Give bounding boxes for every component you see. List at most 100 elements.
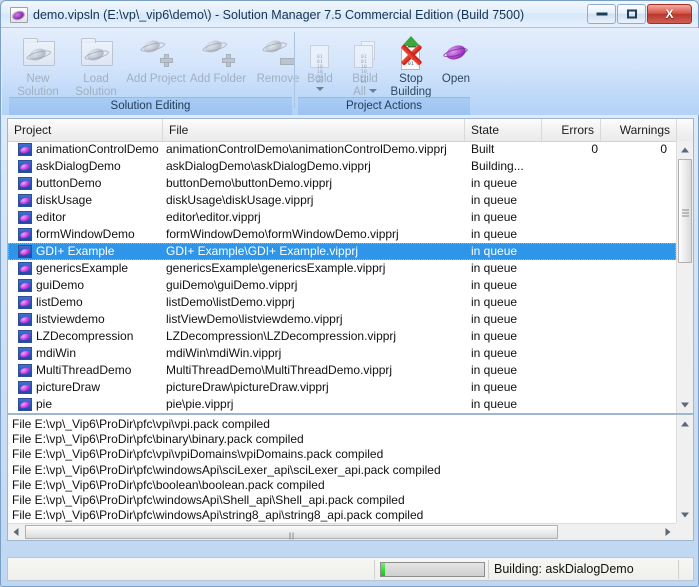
table-row[interactable]: pie pie\pie.vipprj in queue	[8, 396, 676, 413]
ribbon-group-label-project-actions: Project Actions	[298, 97, 470, 115]
cell-warnings	[601, 226, 667, 243]
stop-building-button[interactable]: 01 01 Stop Building	[388, 30, 434, 99]
output-log-text: File E:\vp\_Vip6\ProDir\pfc\vpi\vpi.pack…	[12, 417, 441, 537]
ribbon-group-solution-editing: New Solution Load Solution Add Project A…	[9, 28, 299, 115]
project-icon	[18, 330, 32, 343]
chevron-left-icon	[13, 528, 19, 536]
table-row[interactable]: listDemo listDemo\listDemo.vipprj in queue	[8, 294, 676, 311]
cell-warnings: 0	[660, 142, 667, 156]
cell-warnings	[601, 277, 667, 294]
table-row[interactable]: mdiWin mdiWin\mdiWin.vipprj in queue	[8, 345, 676, 362]
project-icon	[18, 160, 32, 173]
build-button[interactable]: 01 0110 1001 01 Build	[298, 30, 342, 99]
column-header-warnings[interactable]: Warnings	[601, 119, 677, 141]
cell-errors	[542, 175, 598, 192]
project-icon	[18, 194, 32, 207]
log-scroll-right-button[interactable]	[660, 524, 676, 540]
list-rows: animationControlDemo animationControlDemo…	[8, 141, 676, 413]
maximize-button[interactable]	[617, 4, 646, 24]
cell-project: MultiThreadDemo	[36, 363, 132, 377]
table-row[interactable]: guiDemo guiDemo\guiDemo.vipprj in queue	[8, 277, 676, 294]
table-row[interactable]: formWindowDemo formWindowDemo\formWindowD…	[8, 226, 676, 243]
add-project-button[interactable]: Add Project	[125, 30, 187, 99]
cell-warnings	[601, 345, 667, 362]
cell-errors: 0	[591, 142, 598, 156]
window-title: demo.vipsln (E:\vp\_vip6\demo\) - Soluti…	[33, 8, 525, 22]
table-row[interactable]: editor editor\editor.vipprj in queue	[8, 209, 676, 226]
log-scroll-up-button[interactable]	[677, 415, 693, 432]
build-all-button[interactable]: 01100101 0110 1001 01 Build All	[342, 30, 388, 99]
list-vertical-scrollbar[interactable]	[676, 141, 693, 413]
column-header-file[interactable]: File	[163, 119, 465, 141]
progress-fill	[381, 563, 386, 576]
table-row[interactable]: buttonDemo buttonDemo\buttonDemo.vipprj in…	[8, 175, 676, 192]
log-scroll-left-button[interactable]	[8, 524, 24, 540]
table-row[interactable]: MultiThreadDemo MultiThreadDemo\MultiThre…	[8, 362, 676, 379]
add-folder-button[interactable]: Add Folder	[187, 30, 249, 99]
cell-project: LZDecompression	[36, 329, 134, 343]
cell-project: askDialogDemo	[36, 159, 121, 173]
table-row[interactable]: LZDecompression LZDecompression\LZDecompr…	[8, 328, 676, 345]
cell-warnings	[601, 158, 667, 175]
cell-project: formWindowDemo	[36, 227, 135, 241]
log-horizontal-scrollbar[interactable]	[8, 523, 676, 540]
load-solution-label: Load Solution	[75, 73, 117, 98]
cell-errors	[542, 243, 598, 260]
cell-state: in queue	[471, 278, 518, 292]
scroll-up-button[interactable]	[677, 141, 693, 158]
title-bar: demo.vipsln (E:\vp\_vip6\demo\) - Soluti…	[1, 1, 698, 28]
load-solution-icon	[67, 33, 125, 71]
table-row[interactable]: genericsExample genericsExample\genericsE…	[8, 260, 676, 277]
open-button[interactable]: Open	[434, 30, 478, 99]
cell-project: genericsExample	[36, 261, 129, 275]
project-icon	[18, 211, 32, 224]
log-hscroll-thumb[interactable]	[25, 525, 558, 540]
cell-state: in queue	[471, 227, 518, 241]
new-solution-button[interactable]: New Solution	[9, 30, 67, 99]
table-row[interactable]: GDI+ Example GDI+ Example\GDI+ Example.vi…	[8, 243, 676, 260]
cell-file: listViewDemo\listviewdemo.vipprj	[166, 312, 343, 326]
table-row[interactable]: animationControlDemo animationControlDemo…	[8, 141, 676, 158]
cell-warnings	[601, 209, 667, 226]
project-icon	[18, 313, 32, 326]
close-icon: X	[665, 7, 674, 21]
table-row[interactable]: pictureDraw pictureDraw\pictureDraw.vippr…	[8, 379, 676, 396]
scroll-down-button[interactable]	[677, 396, 693, 413]
column-header-project[interactable]: Project	[8, 119, 163, 141]
cell-file: listDemo\listDemo.vipprj	[166, 295, 295, 309]
scrollbar-corner	[676, 523, 693, 540]
build-all-chevron-down-icon[interactable]	[368, 88, 377, 93]
maximize-icon	[626, 9, 637, 19]
cell-state: in queue	[471, 193, 518, 207]
cell-state: in queue	[471, 295, 518, 309]
column-header-state[interactable]: State	[465, 119, 542, 141]
close-button[interactable]: X	[647, 4, 692, 24]
cell-state: Built	[471, 142, 495, 156]
cell-file: pictureDraw\pictureDraw.vipprj	[166, 380, 329, 394]
build-chevron-down-icon[interactable]	[316, 87, 324, 91]
minimize-button[interactable]	[587, 4, 616, 24]
log-vertical-scrollbar[interactable]	[676, 415, 693, 523]
table-row[interactable]: diskUsage diskUsage\diskUsage.vipprj in qu…	[8, 192, 676, 209]
cell-warnings	[601, 294, 667, 311]
table-row[interactable]: askDialogDemo askDialogDemo\askDialogDemo…	[8, 158, 676, 175]
cell-warnings	[601, 175, 667, 192]
cell-state: in queue	[471, 346, 518, 360]
cell-file: LZDecompression\LZDecompression.vipprj	[166, 329, 397, 343]
add-folder-icon	[187, 33, 249, 71]
project-icon	[18, 381, 32, 394]
window-controls: X	[586, 4, 692, 25]
cell-errors	[542, 396, 598, 413]
column-header-errors[interactable]: Errors	[542, 119, 601, 141]
cell-file: GDI+ Example\GDI+ Example.vipprj	[166, 244, 359, 258]
log-scroll-down-button[interactable]	[677, 506, 693, 523]
cell-warnings	[601, 379, 667, 396]
table-row[interactable]: listviewdemo listViewDemo\listviewdemo.vi…	[8, 311, 676, 328]
load-solution-button[interactable]: Load Solution	[67, 30, 125, 99]
cell-file: animationControlDemo\animationControlDem…	[166, 142, 447, 156]
add-folder-label: Add Folder	[189, 73, 247, 85]
list-header: Project File State Errors Warnings	[8, 119, 693, 142]
cell-project: pictureDraw	[36, 380, 101, 394]
scroll-thumb[interactable]	[678, 159, 692, 263]
cell-state: in queue	[471, 312, 518, 326]
